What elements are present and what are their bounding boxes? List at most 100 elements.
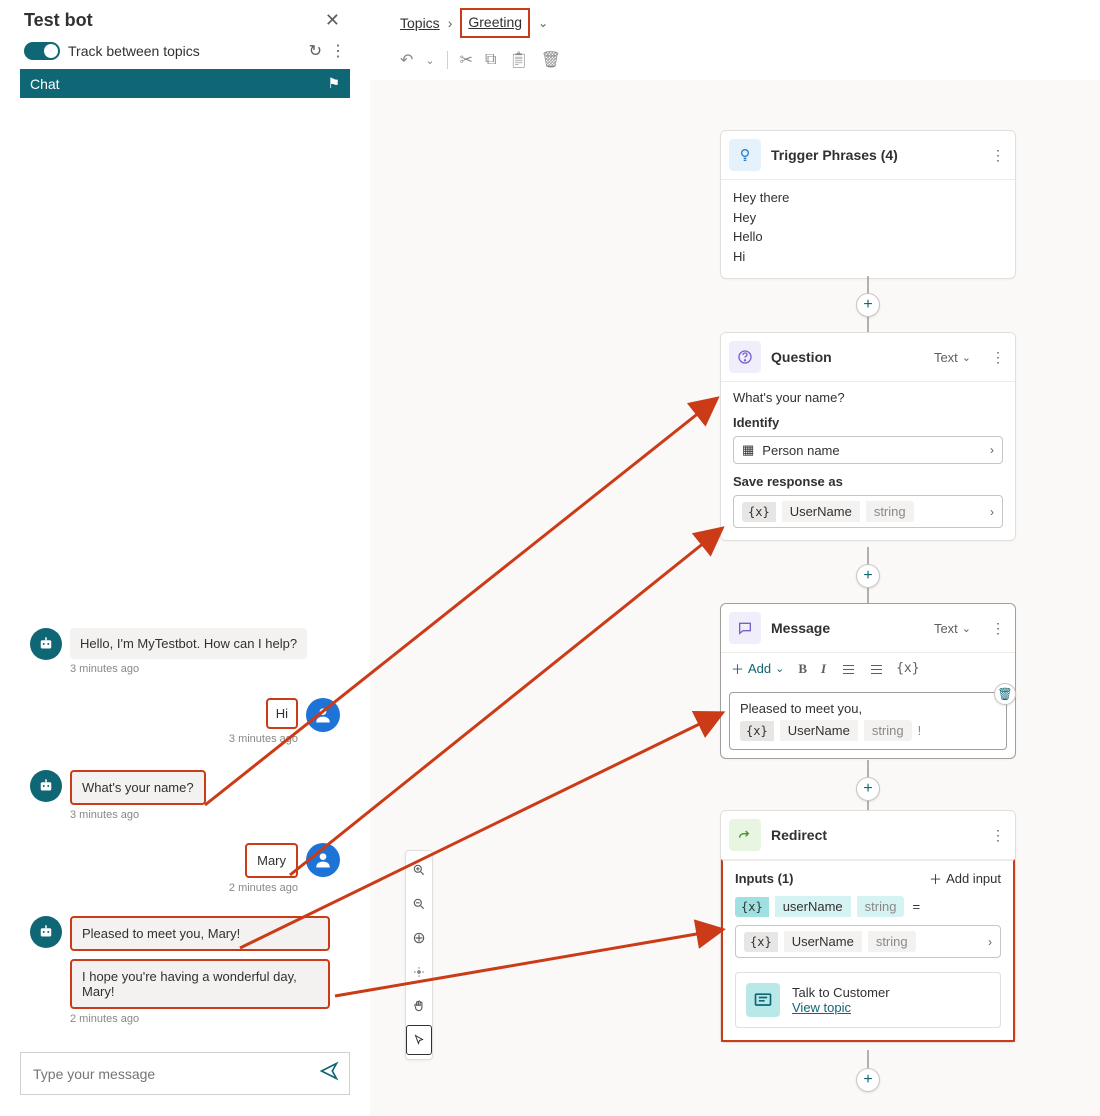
add-node-button[interactable]: +: [856, 293, 880, 317]
more-icon[interactable]: ⋮: [989, 147, 1007, 164]
bold-button[interactable]: B: [798, 661, 807, 677]
trigger-phrases-node[interactable]: Trigger Phrases (4) ⋮ Hey there Hey Hell…: [720, 130, 1016, 279]
test-panel-title: Test bot: [24, 10, 93, 31]
test-panel-header: Test bot ✕: [20, 0, 350, 37]
refresh-icon[interactable]: ↻: [309, 41, 322, 61]
zoom-reset-button[interactable]: [406, 957, 432, 987]
redirect-node[interactable]: Redirect ⋮ Inputs (1) ＋ Add input {x} us…: [720, 810, 1016, 1043]
trigger-phrase: Hey: [733, 208, 1003, 228]
chevron-down-icon[interactable]: ⌄: [425, 54, 434, 67]
bot-avatar-icon: [30, 770, 62, 802]
authoring-canvas[interactable]: Trigger Phrases (4) ⋮ Hey there Hey Hell…: [370, 80, 1100, 1116]
paste-icon[interactable]: 📋︎: [508, 50, 528, 70]
node-title: Message: [771, 620, 924, 636]
topic-name: Talk to Customer: [792, 985, 890, 1000]
add-node-button[interactable]: +: [856, 1068, 880, 1092]
user-message: Hi 3 minutes ago: [229, 698, 340, 745]
user-bubble: Mary: [245, 843, 298, 878]
add-input-label: Add input: [946, 871, 1001, 886]
close-icon[interactable]: ✕: [319, 6, 346, 35]
track-toggle-wrap: Track between topics: [24, 42, 200, 60]
flag-icon[interactable]: ⚑: [327, 75, 340, 92]
breadcrumb-root[interactable]: Topics: [400, 15, 440, 31]
breadcrumb: Topics › Greeting ⌄: [400, 8, 1080, 38]
variable-icon: {x}: [744, 932, 778, 952]
undo-icon[interactable]: ↶: [400, 50, 413, 70]
cut-icon[interactable]: ✂: [460, 50, 473, 70]
numbered-list-button[interactable]: [868, 664, 882, 674]
node-title: Trigger Phrases (4): [771, 147, 979, 163]
copy-icon[interactable]: ⧉: [485, 51, 496, 69]
more-icon[interactable]: ⋮: [989, 620, 1007, 637]
add-variation-button[interactable]: ＋ Add ⌄: [731, 659, 784, 678]
bot-avatar-icon: [30, 628, 62, 660]
message-content[interactable]: 🗑︎ Pleased to meet you, {x} UserName str…: [729, 692, 1007, 750]
output-type-dropdown[interactable]: Text ⌄: [934, 350, 971, 365]
chevron-right-icon: ›: [990, 505, 994, 519]
user-bubble: Hi: [266, 698, 298, 729]
select-button[interactable]: [406, 1025, 432, 1055]
message-format-toolbar: ＋ Add ⌄ B I {x}: [721, 652, 1015, 684]
test-panel-toolbar: Track between topics ↻ ⋮: [20, 37, 350, 69]
bot-bubble: Hello, I'm MyTestbot. How can I help?: [70, 628, 307, 659]
parameter-name: userName: [775, 896, 851, 917]
variable-name: UserName: [784, 931, 862, 952]
insert-variable-button[interactable]: {x}: [896, 661, 919, 676]
output-type-dropdown[interactable]: Text ⌄: [934, 621, 971, 636]
output-type-label: Text: [934, 350, 958, 365]
chevron-down-icon: ⌄: [962, 351, 971, 364]
entity-icon: ▦: [742, 442, 754, 458]
message-text: Pleased to meet you,: [740, 701, 996, 716]
delete-variation-button[interactable]: 🗑︎: [994, 683, 1016, 705]
chevron-down-icon[interactable]: ⌄: [538, 16, 548, 30]
chat-body: Hello, I'm MyTestbot. How can I help? 3 …: [20, 98, 350, 1052]
send-icon[interactable]: [319, 1061, 339, 1086]
add-input-button[interactable]: ＋ Add input: [929, 869, 1001, 888]
trigger-phrase: Hey there: [733, 188, 1003, 208]
more-icon[interactable]: ⋮: [330, 41, 346, 61]
user-message: Mary 2 minutes ago: [229, 843, 340, 894]
add-node-button[interactable]: +: [856, 564, 880, 588]
question-icon: [729, 341, 761, 373]
redirect-topic[interactable]: Talk to Customer View topic: [735, 972, 1001, 1028]
redirect-icon: [729, 819, 761, 851]
bot-message: Pleased to meet you, Mary! I hope you're…: [30, 916, 330, 1025]
add-node-button[interactable]: +: [856, 777, 880, 801]
topic-icon: [746, 983, 780, 1017]
italic-button[interactable]: I: [821, 661, 826, 677]
bullet-list-button[interactable]: [840, 664, 854, 674]
bot-bubble: I hope you're having a wonderful day, Ma…: [70, 959, 330, 1009]
delete-icon[interactable]: 🗑︎: [541, 50, 561, 70]
timestamp: 3 minutes ago: [70, 663, 307, 675]
chevron-down-icon: ⌄: [775, 662, 784, 675]
redirect-body: Inputs (1) ＋ Add input {x} userName stri…: [721, 859, 1015, 1042]
question-node[interactable]: Question Text ⌄ ⋮ What's your name? Iden…: [720, 332, 1016, 541]
message-icon: [729, 612, 761, 644]
zoom-fit-button[interactable]: [406, 923, 432, 953]
more-icon[interactable]: ⋮: [989, 827, 1007, 844]
zoom-in-button[interactable]: [406, 855, 432, 885]
input-value-field[interactable]: {x} UserName string ›: [735, 925, 1001, 958]
equals-sign: =: [912, 899, 920, 914]
inputs-label: Inputs (1): [735, 871, 794, 886]
track-toggle[interactable]: [24, 42, 60, 60]
breadcrumb-current[interactable]: Greeting: [460, 8, 530, 38]
bot-avatar-icon: [30, 916, 62, 948]
separator: [447, 51, 448, 69]
parameter-type: string: [857, 896, 905, 917]
zoom-out-button[interactable]: [406, 889, 432, 919]
canvas-header: Topics › Greeting ⌄ ↶ ⌄ ✂ ⧉ 📋︎ 🗑︎: [370, 0, 1100, 78]
chat-input-bar: [20, 1052, 350, 1095]
more-icon[interactable]: ⋮: [989, 349, 1007, 366]
test-bot-panel: Test bot ✕ Track between topics ↻ ⋮ Chat…: [20, 0, 350, 1095]
save-variable-field[interactable]: {x} UserName string ›: [733, 495, 1003, 528]
chat-input[interactable]: [31, 1065, 319, 1083]
view-topic-link[interactable]: View topic: [792, 1000, 890, 1015]
variable-icon: {x}: [740, 721, 774, 741]
pan-button[interactable]: [406, 991, 432, 1021]
node-title: Question: [771, 349, 924, 365]
chat-tab[interactable]: Chat ⚑: [20, 69, 350, 98]
message-node[interactable]: Message Text ⌄ ⋮ ＋ Add ⌄ B I {x} 🗑︎ Plea…: [720, 603, 1016, 759]
variable-icon: {x}: [742, 502, 776, 522]
identify-field[interactable]: ▦ Person name ›: [733, 436, 1003, 464]
